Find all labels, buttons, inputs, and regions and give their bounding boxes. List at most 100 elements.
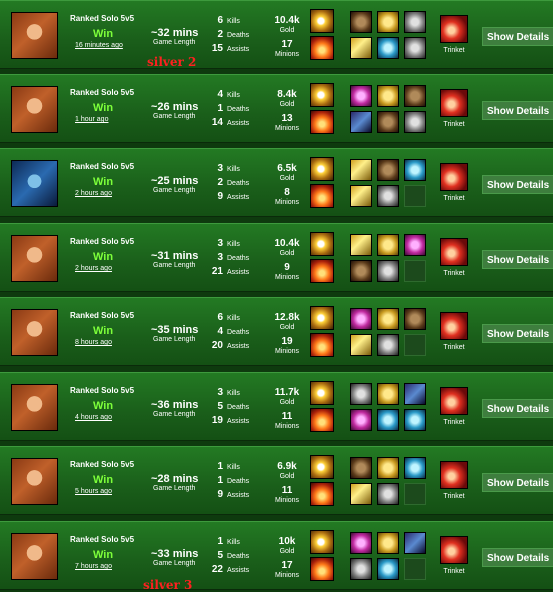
champion-portrait[interactable] <box>11 309 58 356</box>
champion-portrait[interactable] <box>11 12 58 59</box>
show-details-button[interactable]: Show Details <box>482 473 553 492</box>
item-icon[interactable] <box>350 532 372 554</box>
time-ago-link[interactable]: 5 hours ago <box>75 488 112 495</box>
time-ago-link[interactable]: 1 hour ago <box>75 116 108 123</box>
trinket-icon[interactable] <box>440 387 468 415</box>
gold-value: 10k <box>278 536 296 547</box>
item-icon[interactable] <box>350 111 372 133</box>
item-icon[interactable] <box>350 11 372 33</box>
summoner-spell-flash-icon[interactable] <box>310 9 334 33</box>
time-ago-link[interactable]: 8 hours ago <box>75 339 112 346</box>
item-icon[interactable] <box>350 260 372 282</box>
summoner-spell-ignite-icon[interactable] <box>310 482 334 506</box>
item-icon[interactable] <box>350 334 372 356</box>
item-icon[interactable] <box>377 308 399 330</box>
item-icon[interactable] <box>350 185 372 207</box>
trinket-icon[interactable] <box>440 238 468 266</box>
summoner-spell-flash-icon[interactable] <box>310 381 334 405</box>
item-icon[interactable] <box>377 457 399 479</box>
minions-value: 9 <box>284 262 290 273</box>
item-icon[interactable] <box>350 159 372 181</box>
item-icon[interactable] <box>377 37 399 59</box>
item-icon[interactable] <box>377 409 399 431</box>
item-icon[interactable] <box>377 11 399 33</box>
match-row: Ranked Solo 5v5 Win 5 hours ago ~28 mins Gam… <box>0 446 553 515</box>
minions-label: Minions <box>274 572 300 579</box>
item-icon[interactable] <box>404 11 426 33</box>
deaths-label: Deaths <box>227 553 250 560</box>
item-icon[interactable] <box>350 234 372 256</box>
item-icon[interactable] <box>377 159 399 181</box>
item-icon[interactable] <box>377 383 399 405</box>
trinket-icon[interactable] <box>440 312 468 340</box>
show-details-button[interactable]: Show Details <box>482 548 553 567</box>
item-icon[interactable] <box>350 558 372 580</box>
trinket-icon[interactable] <box>440 461 468 489</box>
item-icon[interactable] <box>404 532 426 554</box>
trinket-icon[interactable] <box>440 15 468 43</box>
item-icon[interactable] <box>377 558 399 580</box>
item-icon[interactable] <box>404 383 426 405</box>
summoner-spell-ignite-icon[interactable] <box>310 259 334 283</box>
match-row: Ranked Solo 5v5 Win 2 hours ago ~25 mins Gam… <box>0 148 553 217</box>
show-details-button[interactable]: Show Details <box>482 27 553 46</box>
champion-portrait[interactable] <box>11 160 58 207</box>
summoner-spell-flash-icon[interactable] <box>310 83 334 107</box>
item-icon[interactable] <box>377 532 399 554</box>
summoner-spell-flash-icon[interactable] <box>310 306 334 330</box>
trinket-icon[interactable] <box>440 89 468 117</box>
item-icon[interactable] <box>404 111 426 133</box>
item-icon[interactable] <box>350 308 372 330</box>
item-icon[interactable] <box>377 334 399 356</box>
item-icon[interactable] <box>404 308 426 330</box>
trinket-icon[interactable] <box>440 536 468 564</box>
time-ago-link[interactable]: 2 hours ago <box>75 190 112 197</box>
summoner-spell-flash-icon[interactable] <box>310 455 334 479</box>
item-icon[interactable] <box>377 185 399 207</box>
item-icon[interactable] <box>350 85 372 107</box>
champion-portrait[interactable] <box>11 86 58 133</box>
summoner-spell-ignite-icon[interactable] <box>310 408 334 432</box>
empty-item-slot <box>404 558 426 580</box>
item-icon[interactable] <box>404 37 426 59</box>
trinket-icon[interactable] <box>440 163 468 191</box>
item-icon[interactable] <box>377 260 399 282</box>
time-ago-link[interactable]: 2 hours ago <box>75 265 112 272</box>
item-icon[interactable] <box>350 37 372 59</box>
summoner-spell-flash-icon[interactable] <box>310 157 334 181</box>
deaths-value: 1 <box>217 475 223 486</box>
show-details-button[interactable]: Show Details <box>482 101 553 120</box>
champion-portrait[interactable] <box>11 458 58 505</box>
summoner-spell-ignite-icon[interactable] <box>310 333 334 357</box>
time-ago-link[interactable]: 7 hours ago <box>75 563 112 570</box>
summoner-spell-flash-icon[interactable] <box>310 232 334 256</box>
summoner-spell-ignite-icon[interactable] <box>310 36 334 60</box>
champion-portrait[interactable] <box>11 235 58 282</box>
summoner-spell-ignite-icon[interactable] <box>310 184 334 208</box>
item-icon[interactable] <box>404 159 426 181</box>
champion-portrait[interactable] <box>11 384 58 431</box>
item-icon[interactable] <box>350 457 372 479</box>
item-icon[interactable] <box>404 234 426 256</box>
summoner-spell-flash-icon[interactable] <box>310 530 334 554</box>
item-icon[interactable] <box>350 409 372 431</box>
show-details-button[interactable]: Show Details <box>482 324 553 343</box>
summoner-spell-ignite-icon[interactable] <box>310 110 334 134</box>
time-ago-link[interactable]: 4 hours ago <box>75 414 112 421</box>
time-ago-link[interactable]: 16 minutes ago <box>75 42 123 49</box>
summoner-spell-ignite-icon[interactable] <box>310 557 334 581</box>
item-icon[interactable] <box>377 111 399 133</box>
item-icon[interactable] <box>404 457 426 479</box>
item-icon[interactable] <box>377 234 399 256</box>
item-icon[interactable] <box>350 483 372 505</box>
item-icon[interactable] <box>404 85 426 107</box>
show-details-button[interactable]: Show Details <box>482 399 553 418</box>
item-icon[interactable] <box>377 85 399 107</box>
item-icon[interactable] <box>377 483 399 505</box>
deaths-label: Deaths <box>227 329 250 336</box>
item-icon[interactable] <box>404 409 426 431</box>
item-icon[interactable] <box>350 383 372 405</box>
champion-portrait[interactable] <box>11 533 58 580</box>
show-details-button[interactable]: Show Details <box>482 250 553 269</box>
show-details-button[interactable]: Show Details <box>482 175 553 194</box>
